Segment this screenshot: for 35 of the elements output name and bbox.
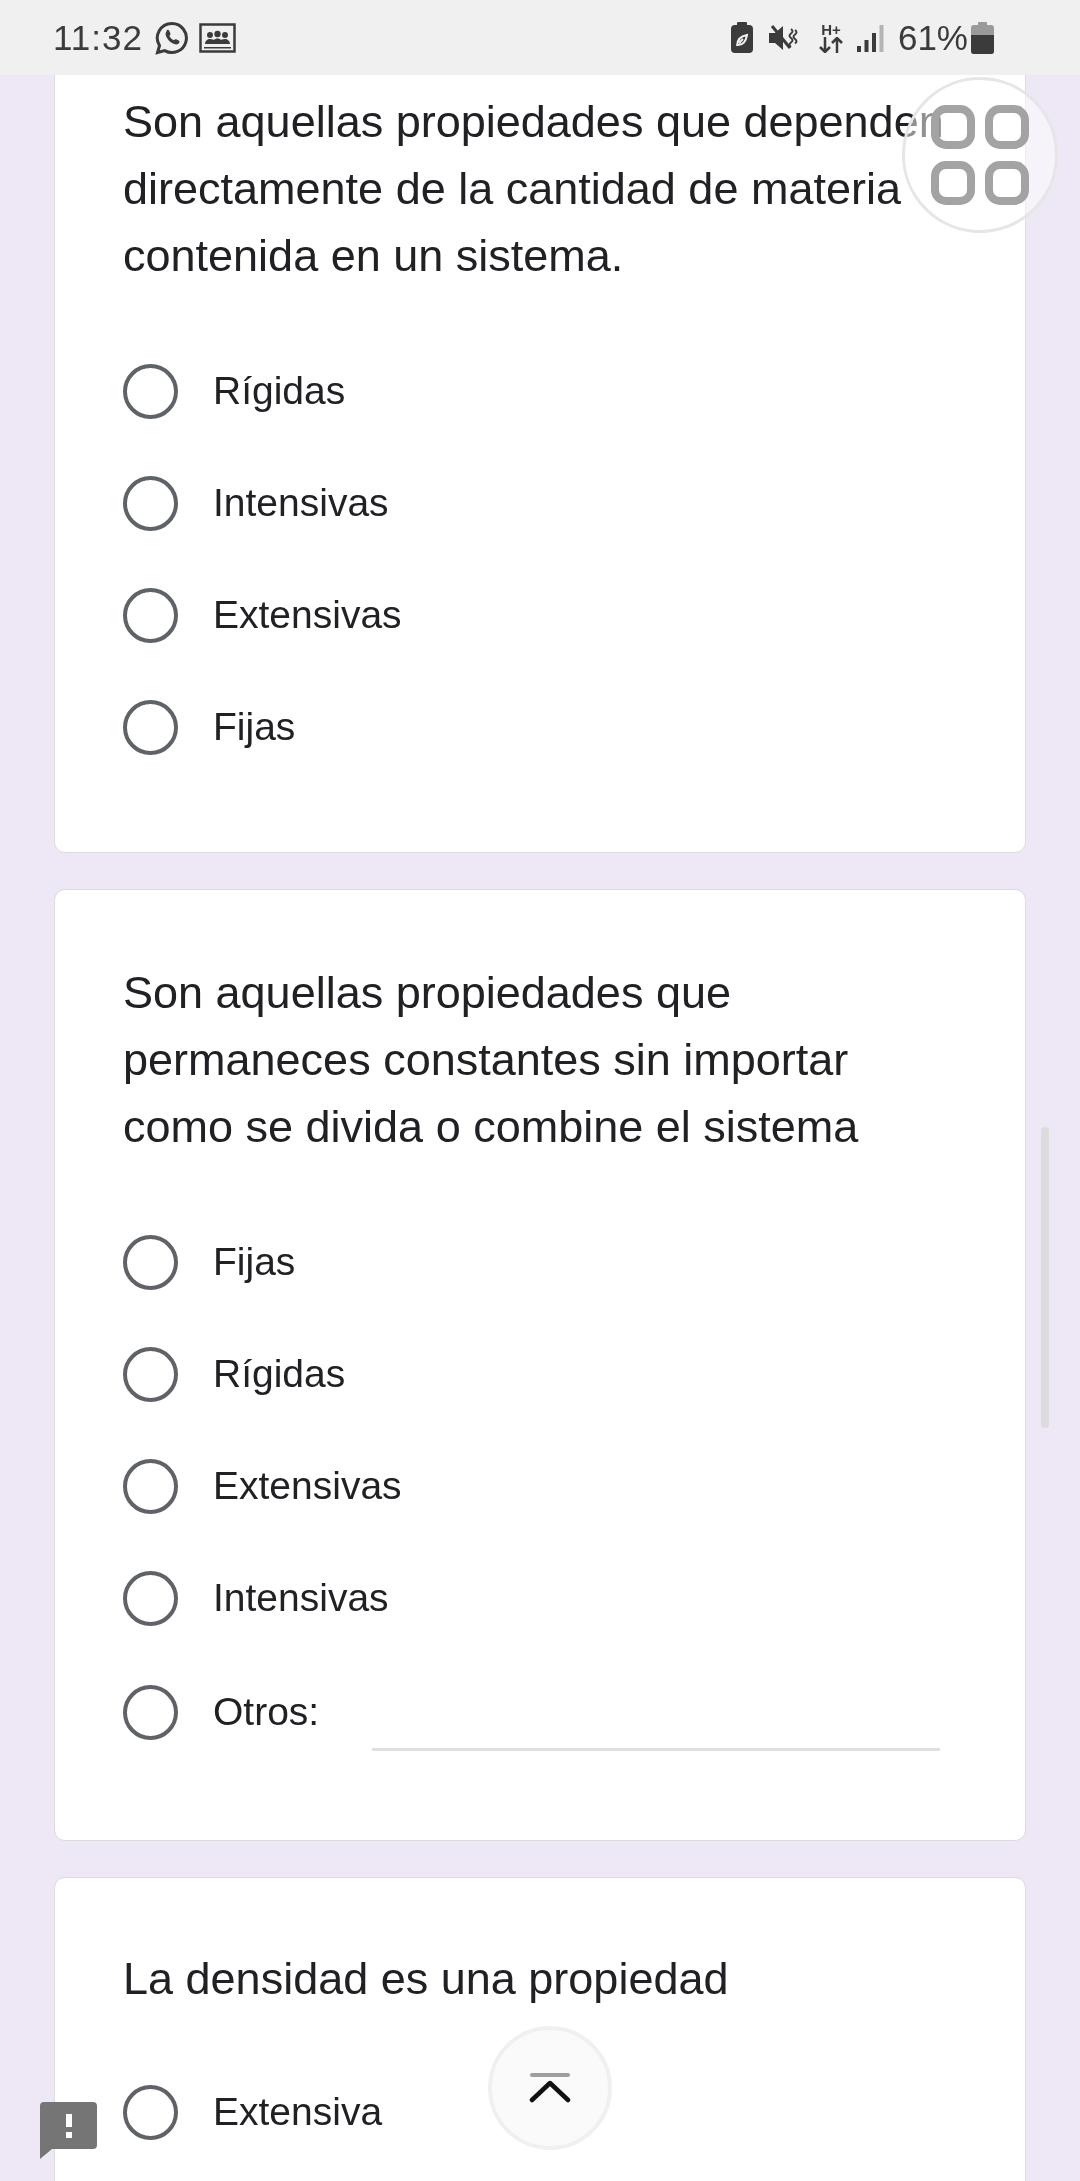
signal-icon [856, 23, 884, 52]
option-label: Extensivas [213, 592, 402, 638]
option-label: Rígidas [213, 368, 346, 414]
battery-leaf-icon [730, 22, 753, 53]
network-type-label: H+ [821, 22, 841, 37]
radio-button[interactable] [123, 1458, 178, 1514]
radio-button[interactable] [123, 1684, 178, 1740]
option-label: Extensivas [213, 1463, 402, 1509]
radio-button[interactable] [123, 699, 178, 755]
battery-percentage: 61% [897, 17, 968, 58]
radio-button[interactable] [123, 363, 178, 419]
option-label: Fijas [213, 704, 296, 750]
feedback-icon[interactable] [40, 2102, 97, 2159]
radio-button[interactable] [123, 1234, 178, 1290]
group-photo-icon [199, 22, 236, 53]
phone-chat-icon [155, 20, 189, 55]
option-label: Extensiva [213, 2089, 383, 2135]
radio-button[interactable] [123, 1346, 178, 1402]
clock-time: 11:32 [53, 17, 143, 58]
mute-icon [768, 24, 799, 51]
battery-icon [971, 21, 994, 54]
option-label: Fijas [213, 1239, 296, 1285]
option-label: Intensivas [213, 1575, 389, 1621]
option-label: Rígidas [213, 1351, 346, 1397]
data-arrows-icon [817, 37, 844, 53]
radio-button[interactable] [123, 1570, 178, 1626]
radio-button[interactable] [123, 587, 178, 643]
question-text: La densidad es una propiedad [123, 1952, 730, 2006]
radio-button[interactable] [123, 2084, 178, 2140]
radio-button[interactable] [123, 475, 178, 531]
scroll-to-top-icon [529, 2073, 571, 2103]
option-label: Otros: [213, 1689, 320, 1735]
question-text: Son aquellas propiedades que permaneces constantes sin importar como se divida o combine el sistema [123, 966, 860, 1154]
question-text: Son aquellas propiedades que dependen directamente de la cantidad de materia contenida en un sistema. [123, 95, 945, 283]
option-label: Intensivas [213, 480, 389, 526]
